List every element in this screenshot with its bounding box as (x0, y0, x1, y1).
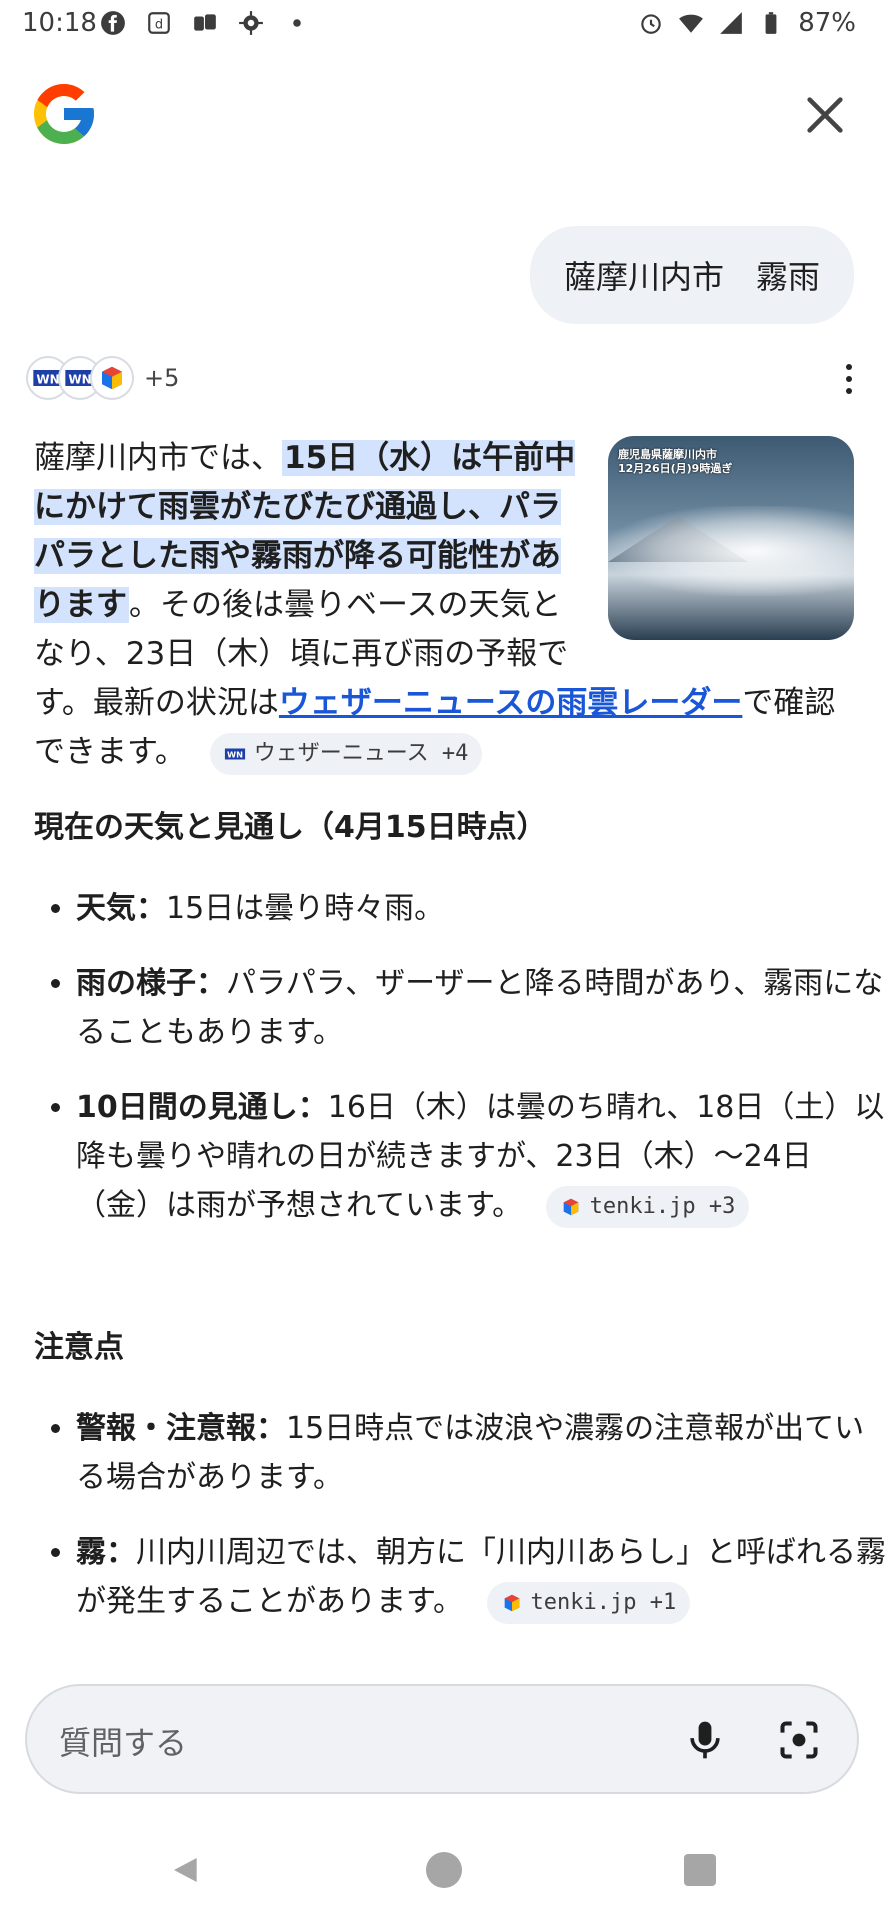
thumbnail-caption-line-2: 12月26日(月)9時過ぎ (618, 462, 733, 475)
lens-camera-icon[interactable] (777, 1716, 821, 1764)
google-logo-icon (34, 84, 94, 144)
list-item: 霧：川内川周辺では、朝方に「川内川あらし」と呼ばれる霧が発生することがあります。… (76, 1528, 886, 1626)
gear-icon (239, 11, 263, 35)
source-chip-weathernews[interactable]: WN ウェザーニュース +4 (209, 732, 483, 775)
item-label: 雨の様子 (76, 966, 196, 1001)
chip-label: tenki.jp +3 (589, 1193, 736, 1219)
system-icons: 87% (638, 8, 856, 38)
radar-link[interactable]: ウェザーニュースの雨雲レーダー (279, 685, 742, 721)
user-query-bubble: 薩摩川内市 霧雨 (529, 226, 854, 324)
source-icons-row[interactable]: WN WN +5 (26, 356, 179, 400)
chip-label: tenki.jp +1 (530, 1589, 677, 1615)
alarm-icon (641, 14, 661, 34)
label-colon: ： (256, 1411, 286, 1446)
microphone-icon[interactable] (683, 1716, 727, 1764)
item-text: 川内川周辺では、朝方に「川内川あらし」と呼ばれる霧が発生することがあります。 (76, 1535, 886, 1619)
d-app-icon: d (148, 12, 170, 34)
close-icon[interactable] (802, 92, 848, 138)
ai-answer: 鹿児島県薩摩川内市 12月26日(月)9時過ぎ 薩摩川内市では、15日（水）は午前… (34, 434, 854, 777)
ask-input-placeholder: 質問する (59, 1724, 188, 1762)
answer-intro: 薩摩川内市では、 (34, 440, 282, 476)
label-colon: ： (297, 1090, 328, 1125)
item-label: 10日間の見通し (76, 1090, 298, 1125)
more-options-icon[interactable] (842, 362, 856, 396)
section-heading-outlook: 現在の天気と見通し（4月15日時点） (34, 810, 547, 845)
chip-label: ウェザーニュース +4 (253, 740, 469, 766)
cards-app-icon (194, 14, 216, 31)
svg-text:d: d (155, 17, 163, 32)
battery-level: 87% (798, 8, 856, 38)
recent-apps-icon[interactable] (684, 1854, 716, 1886)
label-colon: ： (136, 891, 166, 926)
label-colon: ： (106, 1535, 136, 1570)
thumbnail-fog (608, 506, 854, 596)
label-colon: ： (196, 966, 226, 1001)
tenki-chip-icon (504, 1594, 519, 1611)
thumbnail-caption: 鹿児島県薩摩川内市 12月26日(月)9時過ぎ (618, 448, 732, 476)
svg-text:WN: WN (68, 372, 91, 386)
weathernews-chip-icon: WN (224, 748, 245, 759)
back-icon[interactable] (170, 1852, 202, 1888)
more-sources-count: +5 (144, 364, 180, 392)
source-chip-tenki-2[interactable]: tenki.jp +1 (486, 1581, 691, 1624)
section-heading-cautions: 注意点 (34, 1330, 124, 1365)
item-label: 警報・注意報 (76, 1411, 256, 1446)
item-label: 霧 (76, 1535, 106, 1570)
outlook-list: 天気：15日は曇り時々雨。 雨の様子：パラパラ、ザーザーと降る時間があり、霧雨に… (34, 884, 886, 1256)
home-icon[interactable] (426, 1852, 462, 1888)
wifi-icon (679, 14, 704, 33)
list-item: 警報・注意報：15日時点では波浪や濃霧の注意報が出ている場合があります。 (76, 1404, 886, 1502)
battery-icon (765, 12, 777, 34)
svg-text:WN: WN (36, 372, 59, 386)
top-bar (0, 70, 886, 160)
list-item: 10日間の見通し：16日（木）は曇のち晴れ、18日（土）以降も曇りや晴れの日が続… (76, 1083, 886, 1230)
tenki-source-icon (90, 356, 134, 400)
ask-input-bar[interactable]: 質問する (25, 1684, 859, 1794)
list-item: 雨の様子：パラパラ、ザーザーと降る時間があり、霧雨になることもあります。 (76, 959, 886, 1057)
facebook-icon (101, 11, 125, 35)
status-bar: 10:18 d 87% (0, 0, 886, 50)
thumbnail-caption-line-1: 鹿児島県薩摩川内市 (618, 448, 717, 461)
system-nav-bar (0, 1820, 886, 1920)
cautions-list: 警報・注意報：15日時点では波浪や濃霧の注意報が出ている場合があります。 霧：川… (34, 1404, 886, 1652)
status-time: 10:18 (22, 8, 97, 38)
item-label: 天気 (76, 891, 136, 926)
item-text: 15日は曇り時々雨。 (166, 891, 445, 926)
svg-text:WN: WN (227, 749, 243, 759)
dot-icon (293, 19, 301, 27)
weather-thumbnail-image[interactable]: 鹿児島県薩摩川内市 12月26日(月)9時過ぎ (608, 436, 854, 640)
signal-icon (720, 12, 743, 34)
notification-icons: d (100, 10, 310, 36)
source-chip-tenki[interactable]: tenki.jp +3 (545, 1185, 750, 1228)
list-item: 天気：15日は曇り時々雨。 (76, 884, 886, 933)
tenki-chip-icon (563, 1198, 578, 1215)
